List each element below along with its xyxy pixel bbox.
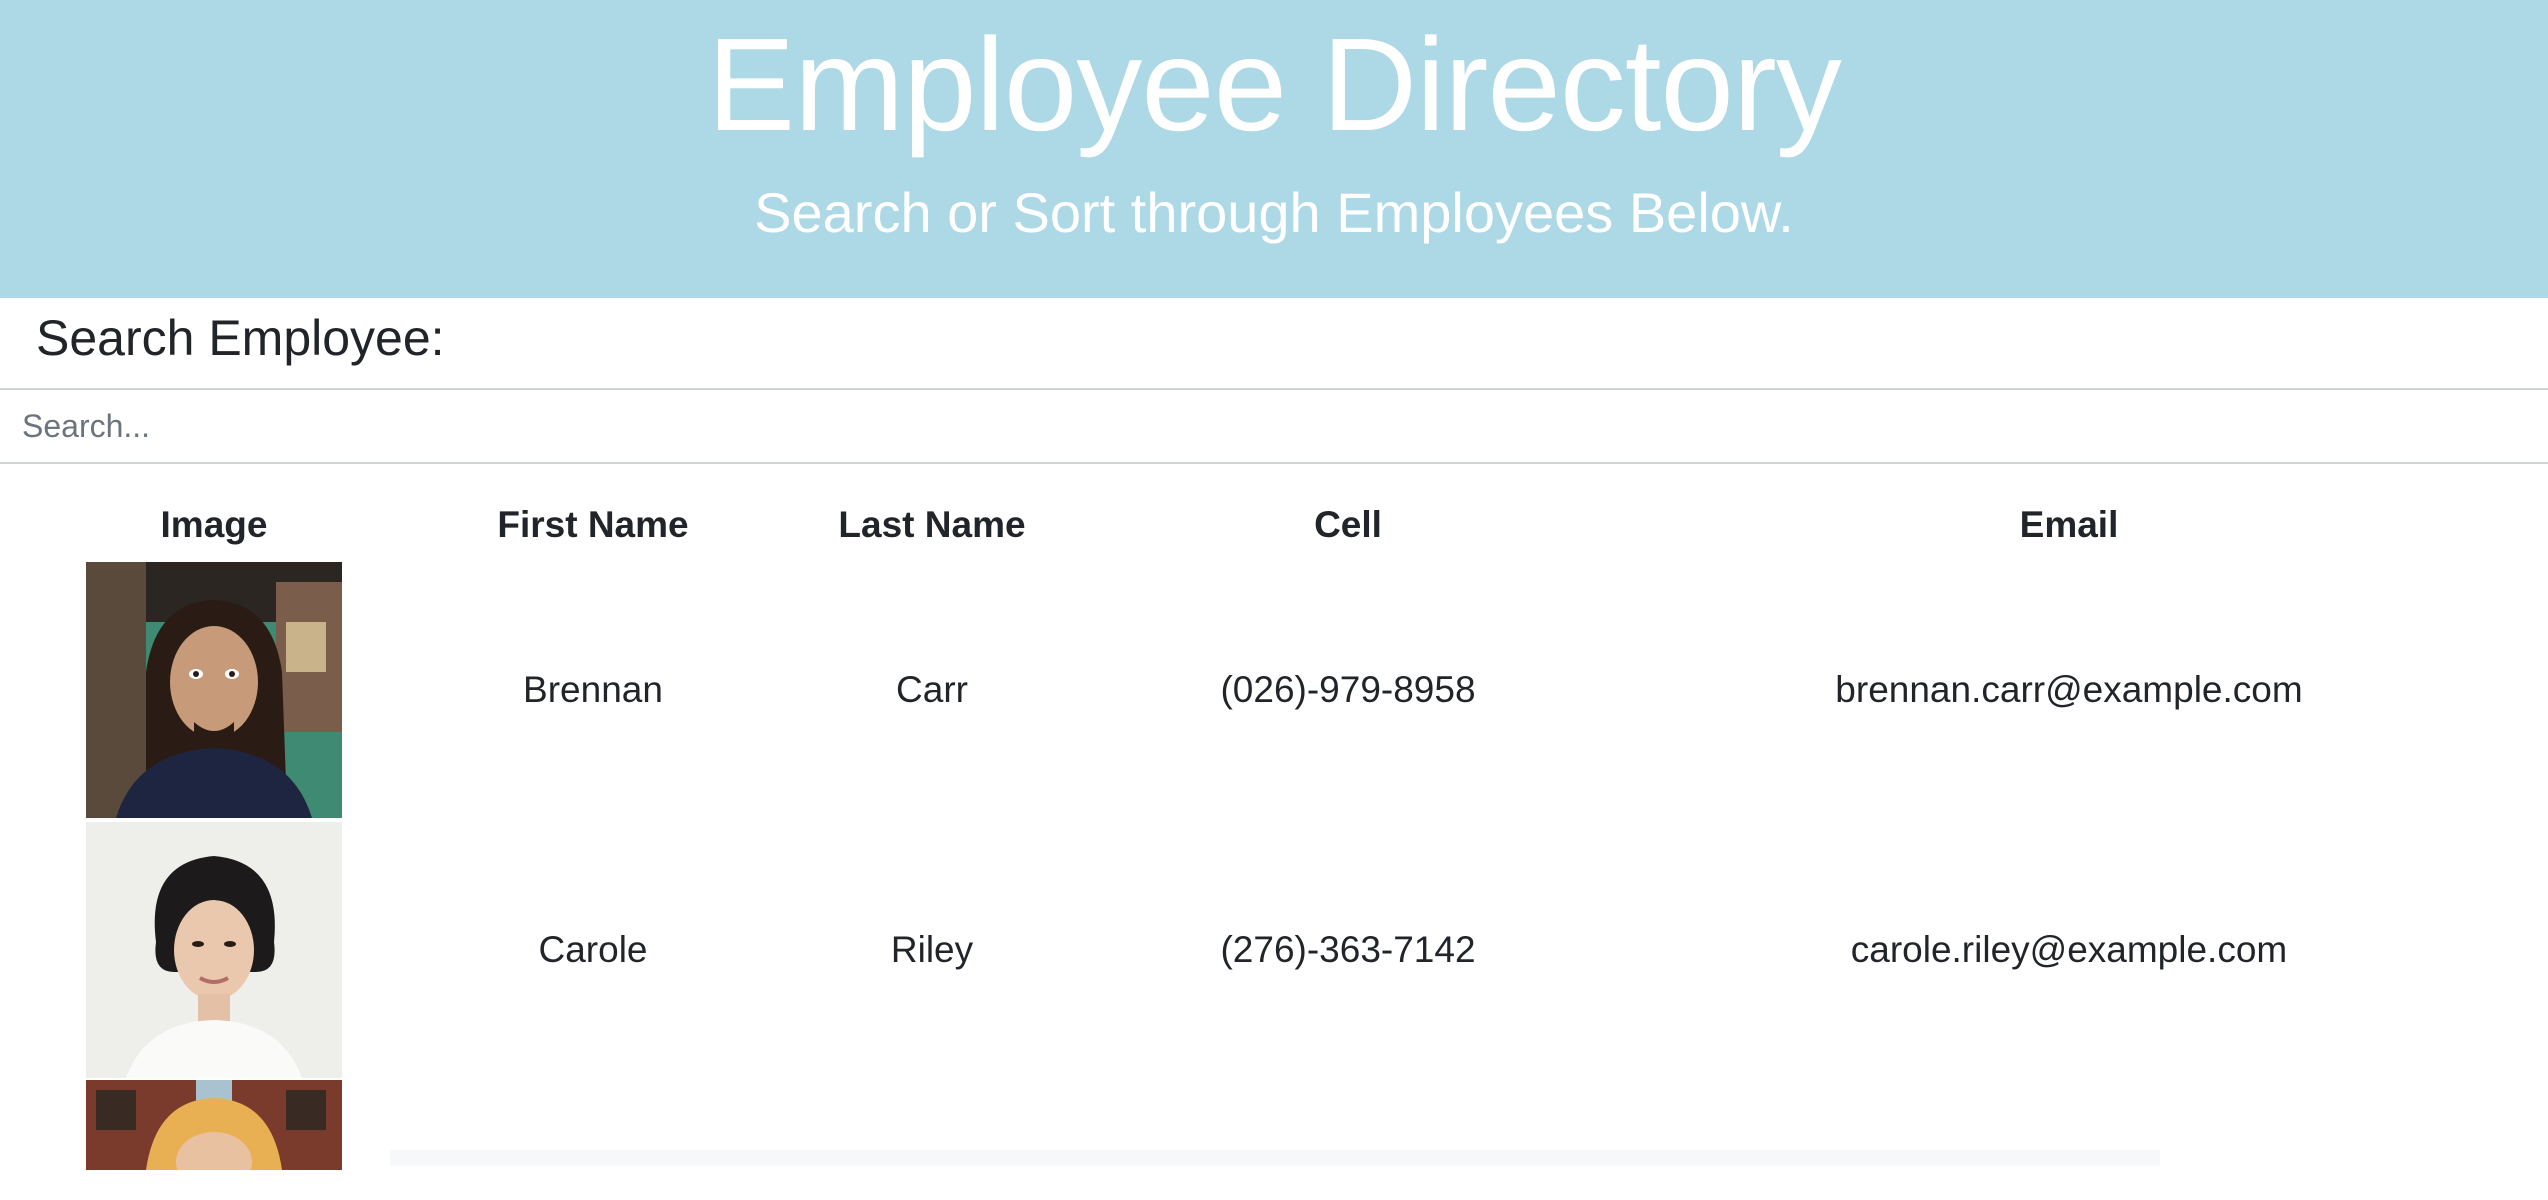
cell-phone-cell: (026)-979-8958: [1220, 669, 1476, 710]
email-cell: carole.riley@example.com: [1850, 929, 2288, 970]
row-divider: [390, 1150, 2160, 1166]
page-subtitle: Search or Sort through Employees Below.: [754, 181, 1794, 244]
email-cell: [1590, 1080, 2548, 1200]
cell-phone-cell: [1106, 1080, 1590, 1200]
employee-photo: [86, 562, 342, 818]
column-header-last-name[interactable]: Last Name: [758, 490, 1106, 560]
image-cell: [0, 560, 428, 820]
first-name-cell: Carole: [538, 929, 648, 970]
employee-photo: [86, 822, 342, 1078]
column-header-email[interactable]: Email: [1590, 490, 2548, 560]
column-header-image[interactable]: Image: [0, 490, 428, 560]
last-name-cell: Riley: [890, 929, 974, 970]
page-header: Employee Directory Search or Sort throug…: [0, 0, 2548, 298]
search-input[interactable]: [0, 388, 2548, 464]
page-title: Employee Directory: [707, 11, 1842, 158]
image-cell: [0, 1080, 428, 1200]
first-name-cell: [428, 1080, 758, 1200]
last-name-cell: [758, 1080, 1106, 1200]
last-name-cell: Carr: [896, 669, 968, 710]
employee-table: Image First Name Last Name Cell Email Br…: [0, 490, 2548, 1200]
table-row: Carole Riley (276)-363-7142 carole.riley…: [0, 820, 2548, 1080]
image-cell: [0, 820, 428, 1080]
email-cell: brennan.carr@example.com: [1835, 669, 2303, 710]
table-row: Brennan Carr (026)-979-8958 brennan.carr…: [0, 560, 2548, 820]
column-header-cell[interactable]: Cell: [1106, 490, 1590, 560]
column-header-first-name[interactable]: First Name: [428, 490, 758, 560]
table-row: [0, 1080, 2548, 1200]
table-header-row: Image First Name Last Name Cell Email: [0, 490, 2548, 560]
cell-phone-cell: (276)-363-7142: [1220, 929, 1476, 970]
search-label: Search Employee:: [36, 310, 445, 366]
employee-photo: [86, 1080, 342, 1170]
first-name-cell: Brennan: [523, 669, 663, 710]
